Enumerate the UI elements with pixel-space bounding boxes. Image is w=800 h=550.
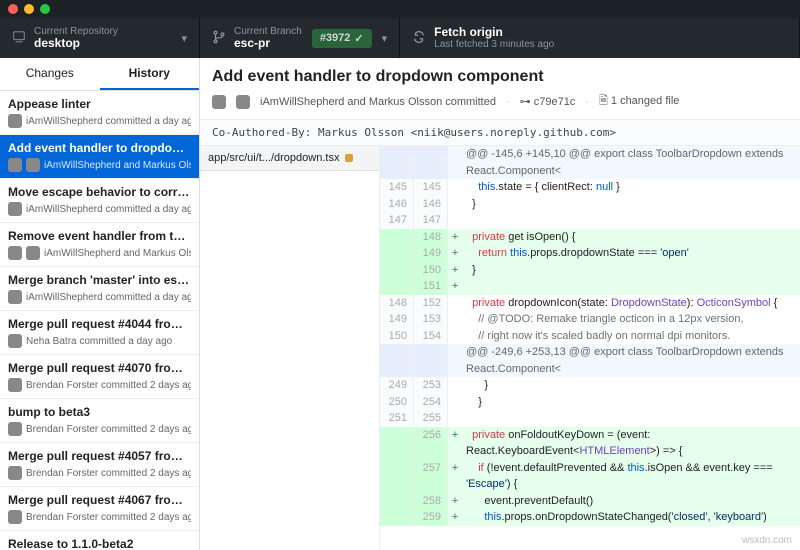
- branch-icon: [212, 30, 226, 47]
- diff-line: 145145 this.state = { clientRect: null }: [380, 179, 800, 196]
- close-dot[interactable]: [8, 4, 18, 14]
- changed-files-list: app/src/ui/t.../dropdown.tsx: [200, 146, 380, 550]
- commit-item[interactable]: Merge pull request #4057 from desk... Bre…: [0, 443, 199, 487]
- diff-line: 150154 // right now it's scaled badly on…: [380, 328, 800, 345]
- diff-view[interactable]: @@ -145,6 +145,10 @@ export class Toolba…: [380, 146, 800, 550]
- commit-title: Add event handler to dropdown component: [212, 68, 788, 86]
- watermark: wsxdn.com: [742, 535, 792, 546]
- commit-list[interactable]: Appease linter iAmWillShepherd committed …: [0, 91, 199, 550]
- modified-icon: [345, 154, 353, 162]
- commit-item[interactable]: Move escape behavior to correct co... iAm…: [0, 179, 199, 223]
- chevron-down-icon: ▾: [382, 32, 388, 45]
- commit-item-title: Remove event handler from the bran...: [8, 229, 191, 243]
- commit-item[interactable]: Add event handler to dropdown com... iAmW…: [0, 135, 199, 179]
- commit-item-title: Appease linter: [8, 97, 191, 111]
- commit-item-meta: Brendan Forster committed 2 days ago: [8, 378, 191, 392]
- avatar: [8, 334, 22, 348]
- diff-line: 146146 }: [380, 196, 800, 213]
- repo-icon: [12, 30, 26, 47]
- repo-value: desktop: [34, 37, 118, 50]
- diff-line: 250254 }: [380, 394, 800, 411]
- diff-line: 147147: [380, 212, 800, 229]
- toolbar: Current Repositorydesktop ▾ Current Bran…: [0, 18, 800, 58]
- avatar: [8, 158, 22, 172]
- diff-line: 251255: [380, 410, 800, 427]
- avatar: [8, 510, 22, 524]
- commit-item[interactable]: Remove event handler from the bran... iAm…: [0, 223, 199, 267]
- diff-line: 150+ }: [380, 262, 800, 279]
- avatar: [212, 95, 226, 109]
- commit-item[interactable]: Merge pull request #4067 from desk... Bre…: [0, 487, 199, 531]
- files-changed: 🗎 1 changed file: [599, 92, 679, 111]
- commit-item[interactable]: Merge pull request #4070 from desk... Bre…: [0, 355, 199, 399]
- commit-item-meta: iAmWillShepherd committed a day ago: [8, 202, 191, 216]
- commit-item-title: Merge pull request #4070 from desk...: [8, 361, 191, 375]
- commit-item-meta: Brendan Forster committed 2 days ago: [8, 422, 191, 436]
- commit-item-meta: Brendan Forster committed 2 days ago: [8, 510, 191, 524]
- commit-item-title: Release to 1.1.0-beta2: [8, 537, 191, 550]
- commit-authors: iAmWillShepherd and Markus Olsson commit…: [260, 96, 496, 108]
- commit-item-meta: Neha Batra committed a day ago: [8, 334, 191, 348]
- diff-line: 149153 // @TODO: Remake triangle octicon…: [380, 311, 800, 328]
- avatar: [8, 114, 22, 128]
- commit-item[interactable]: bump to beta3 Brendan Forster committed 2…: [0, 399, 199, 443]
- diff-line: 258+ event.preventDefault(): [380, 493, 800, 510]
- commit-item-meta: iAmWillShepherd committed a day ago: [8, 114, 191, 128]
- avatar: [8, 202, 22, 216]
- commit-item[interactable]: Merge pull request #4044 from des... Neha…: [0, 311, 199, 355]
- commit-item[interactable]: Release to 1.1.0-beta2Neha Batra committ…: [0, 531, 199, 550]
- commit-item-title: Move escape behavior to correct co...: [8, 185, 191, 199]
- tab-changes[interactable]: Changes: [0, 58, 100, 90]
- commit-item-meta: iAmWillShepherd committed a day ago: [8, 290, 191, 304]
- commit-item-title: Merge pull request #4067 from desk...: [8, 493, 191, 507]
- commit-item[interactable]: Merge branch 'master' into esc-pr iAmWill…: [0, 267, 199, 311]
- avatar: [26, 246, 40, 260]
- diff-line: 151+: [380, 278, 800, 295]
- window-titlebar: [0, 0, 800, 18]
- commit-item-title: Merge branch 'master' into esc-pr: [8, 273, 191, 287]
- diff-line: 148+ private get isOpen() {: [380, 229, 800, 246]
- tab-history[interactable]: History: [100, 58, 200, 90]
- diff-line: 148152 private dropdownIcon(state: Dropd…: [380, 295, 800, 312]
- fetch-sub: Last fetched 3 minutes ago: [434, 39, 554, 50]
- diff-line: @@ -249,6 +253,13 @@ export class Toolba…: [380, 344, 800, 377]
- commit-item-meta: iAmWillShepherd and Markus Olsson...: [8, 246, 191, 260]
- avatar: [8, 466, 22, 480]
- commit-item-title: Merge pull request #4044 from des...: [8, 317, 191, 331]
- diff-line: 259+ this.props.onDropdownStateChanged('…: [380, 509, 800, 526]
- min-dot[interactable]: [24, 4, 34, 14]
- commit-sha: ⊶ c79e71c: [520, 95, 576, 108]
- file-item[interactable]: app/src/ui/t.../dropdown.tsx: [200, 146, 379, 171]
- diff-line: 256+ private onFoldoutKeyDown = (event: …: [380, 427, 800, 460]
- avatar: [8, 246, 22, 260]
- diff-line: 149+ return this.props.dropdownState ===…: [380, 245, 800, 262]
- branch-value: esc-pr: [234, 37, 302, 50]
- avatar: [8, 422, 22, 436]
- sync-icon: [412, 30, 426, 47]
- diff-line: 249253 }: [380, 377, 800, 394]
- coauthor-line: Co-Authored-By: Markus Olsson <niik@user…: [200, 120, 800, 146]
- commit-item-title: Merge pull request #4057 from desk...: [8, 449, 191, 463]
- check-icon: ✓: [354, 32, 363, 45]
- commit-item-title: bump to beta3: [8, 405, 191, 419]
- max-dot[interactable]: [40, 4, 50, 14]
- diff-line: @@ -145,6 +145,10 @@ export class Toolba…: [380, 146, 800, 179]
- pr-badge: #3972✓: [312, 29, 372, 48]
- fetch-button[interactable]: Fetch originLast fetched 3 minutes ago: [400, 18, 800, 58]
- fetch-label: Fetch origin: [434, 26, 554, 39]
- repo-selector[interactable]: Current Repositorydesktop ▾: [0, 18, 200, 58]
- commit-item[interactable]: Appease linter iAmWillShepherd committed …: [0, 91, 199, 135]
- commit-item-meta: iAmWillShepherd and Markus Olsson...: [8, 158, 191, 172]
- commit-detail: Add event handler to dropdown component …: [200, 58, 800, 550]
- avatar: [236, 95, 250, 109]
- sidebar: Changes History Appease linter iAmWillShe…: [0, 58, 200, 550]
- avatar: [8, 290, 22, 304]
- commit-item-title: Add event handler to dropdown com...: [8, 141, 191, 155]
- chevron-down-icon: ▾: [181, 32, 187, 45]
- avatar: [26, 158, 40, 172]
- diff-line: 257+ if (!event.defaultPrevented && this…: [380, 460, 800, 493]
- commit-item-meta: Brendan Forster committed 2 days ago: [8, 466, 191, 480]
- avatar: [8, 378, 22, 392]
- branch-selector[interactable]: Current Branchesc-pr #3972✓ ▾: [200, 18, 400, 58]
